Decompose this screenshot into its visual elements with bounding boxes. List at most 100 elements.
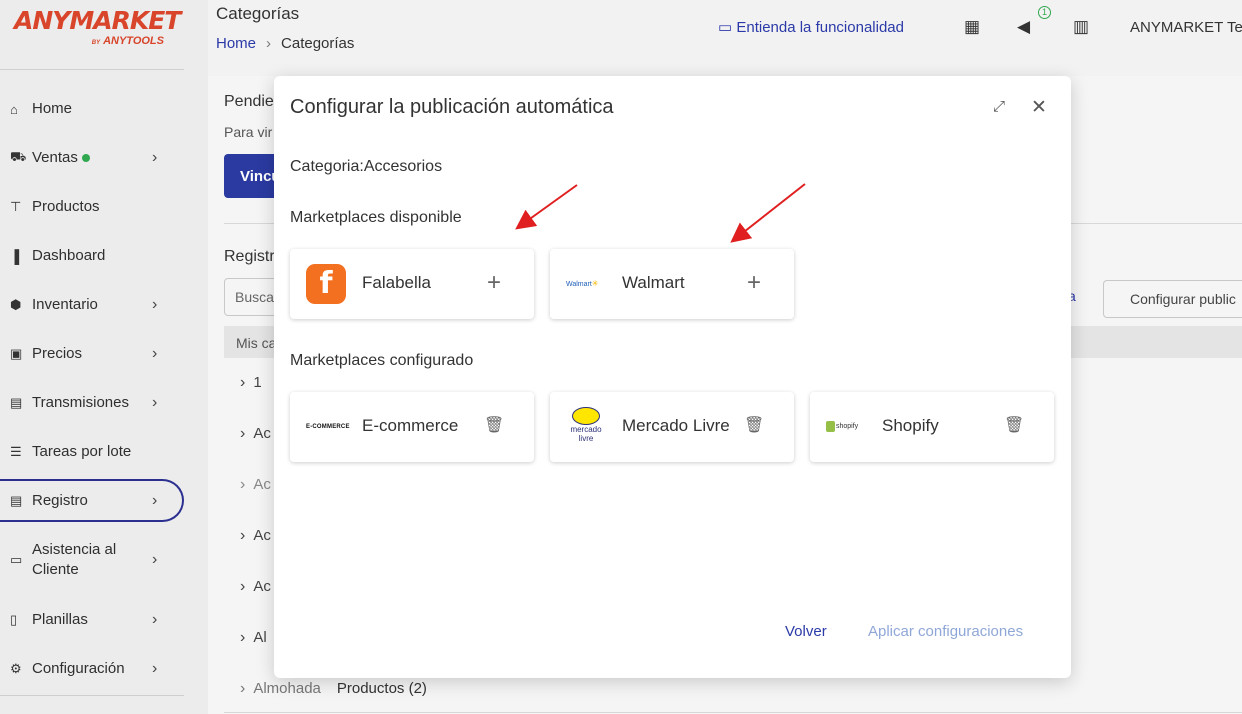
shirt-icon: ⊤ — [10, 199, 22, 214]
gear-icon: ⚙ — [10, 661, 22, 676]
expand-icon[interactable]: ⤢ — [990, 98, 1008, 116]
apply-settings-button[interactable]: Aplicar configuraciones — [868, 623, 1023, 640]
chevron-right-icon: › — [152, 491, 158, 509]
sidebar-item-productos[interactable]: ⊤ Productos — [0, 187, 184, 227]
marketplace-card-shopify: shopify Shopify 🗑 — [810, 392, 1054, 462]
building-icon[interactable]: ▥ — [1073, 17, 1089, 37]
sidebar-item-registro[interactable]: ▤ Registro › — [0, 479, 184, 522]
category-label: Categoria:Accesorios — [290, 158, 443, 175]
sidebar-item-label: Planillas — [32, 611, 88, 628]
megaphone-icon[interactable]: ◀ — [1017, 17, 1030, 37]
marketplace-name: Shopify — [882, 416, 939, 435]
list-icon: ☰ — [10, 444, 22, 459]
breadcrumb-home-link[interactable]: Home — [216, 35, 256, 52]
sidebar-item-home[interactable]: ⌂ Home — [0, 89, 184, 129]
marketplace-name: Walmart — [622, 273, 685, 292]
breadcrumb-separator: › — [266, 35, 272, 52]
sidebar-item-ventas[interactable]: ⛟ Ventas › — [0, 138, 184, 178]
marketplace-card-falabella: f Falabella + — [290, 249, 534, 319]
sidebar-item-tareas-por-lote[interactable]: ☰ Tareas por lote — [0, 432, 184, 472]
ecommerce-logo: E-COMMERCE — [306, 424, 350, 430]
trash-icon[interactable]: 🗑 — [484, 412, 504, 440]
chevron-right-icon: › — [240, 425, 246, 442]
marketplace-card-mercado-livre: mercado livre Mercado Livre 🗑 — [550, 392, 794, 462]
table-row[interactable]: › Ac — [240, 425, 271, 443]
sidebar-item-label: Ventas — [32, 149, 78, 166]
sidebar-item-dashboard[interactable]: ▐ Dashboard — [0, 236, 184, 276]
chevron-right-icon: › — [152, 611, 158, 628]
add-icon[interactable]: + — [744, 269, 764, 297]
help-link[interactable]: ▭ Entienda la funcionalidad — [718, 18, 904, 36]
breadcrumb: Home › Categorías — [216, 35, 354, 52]
divider — [224, 712, 1242, 713]
marketplace-name: Mercado Livre — [622, 416, 730, 435]
back-button[interactable]: Volver — [785, 623, 827, 640]
sidebar-item-label: Asistencia al Cliente — [32, 541, 117, 578]
table-row[interactable]: › Ac — [240, 578, 271, 596]
sidebar-item-label: Inventario — [32, 296, 98, 313]
chevron-right-icon: › — [152, 345, 158, 362]
pending-text: Para vir — [224, 124, 273, 140]
money-icon: ▣ — [10, 346, 23, 361]
marketplace-card-walmart: Walmart✳ Walmart + — [550, 249, 794, 319]
mercado-livre-logo: mercado livre — [566, 407, 606, 447]
available-marketplaces-title: Marketplaces disponible — [290, 209, 462, 226]
falabella-logo: f — [306, 264, 346, 304]
chevron-right-icon: › — [240, 527, 246, 544]
chevron-right-icon: › — [152, 296, 158, 313]
chevron-right-icon: › — [152, 394, 158, 411]
table-row[interactable]: › Ac — [240, 527, 271, 545]
logo-subtext: BY ANYTOOLS — [91, 35, 164, 47]
book-icon: ▭ — [718, 19, 737, 36]
configured-marketplaces-title: Marketplaces configurado — [290, 352, 474, 369]
sidebar-divider — [0, 695, 184, 696]
sidebar-item-transmisiones[interactable]: ▤ Transmisiones › — [0, 383, 184, 423]
sidebar-item-label: Productos — [32, 198, 100, 215]
store-icon: ▤ — [10, 395, 23, 410]
box-icon: ⬢ — [10, 297, 22, 312]
sidebar-item-label: Registro — [32, 491, 88, 509]
chevron-right-icon: › — [240, 629, 246, 646]
status-dot — [81, 154, 90, 162]
chevron-right-icon: › — [152, 149, 158, 166]
breadcrumb-current: Categorías — [281, 35, 355, 52]
sidebar-item-label: Precios — [32, 345, 83, 362]
chevron-right-icon: › — [240, 476, 246, 493]
trash-icon[interactable]: 🗑 — [1004, 412, 1024, 440]
trash-icon[interactable]: 🗑 — [744, 412, 764, 440]
logo-text: ANYMARKET — [14, 6, 181, 35]
sidebar-item-label: Home — [32, 100, 73, 117]
chevron-right-icon: › — [240, 374, 246, 391]
page-title: Categorías — [216, 4, 300, 23]
help-link-label: Entienda la funcionalidad — [736, 19, 904, 36]
clipboard-icon: ▤ — [10, 492, 23, 508]
server-status-icon[interactable]: ▦ — [964, 17, 980, 37]
chat-icon: ▭ — [10, 552, 23, 567]
pending-title: Pendie — [224, 93, 274, 110]
registry-title: Registr — [224, 248, 275, 265]
anymarket-logo[interactable]: ANYMARKET BY ANYTOOLS — [14, 6, 184, 47]
chevron-right-icon: › — [152, 551, 158, 568]
auto-publication-dialog: Configurar la publicación automática ⤢ ✕… — [274, 76, 1071, 678]
account-name[interactable]: ANYMARKET Tes — [1130, 19, 1242, 36]
marketplace-card-ecommerce: E-COMMERCE E-commerce 🗑 — [290, 392, 534, 462]
notification-badge: 1 — [1038, 6, 1051, 19]
table-row[interactable]: › Al — [240, 629, 267, 647]
bar-chart-icon: ▐ — [10, 248, 20, 264]
shopify-logo: shopify — [826, 407, 866, 447]
sidebar-item-inventario[interactable]: ⬢ Inventario › — [0, 285, 184, 325]
sidebar-item-planillas[interactable]: ▯ Planillas › — [0, 600, 184, 640]
close-icon[interactable]: ✕ — [1030, 96, 1048, 118]
table-row[interactable]: › 1 — [240, 374, 262, 392]
dialog-title: Configurar la publicación automática — [290, 96, 614, 118]
sidebar-item-precios[interactable]: ▣ Precios › — [0, 334, 184, 374]
add-icon[interactable]: + — [484, 269, 504, 297]
home-icon: ⌂ — [10, 101, 18, 117]
table-row[interactable]: › Almohada Productos (2) — [240, 680, 427, 698]
sidebar-item-asistencia-al-cliente[interactable]: ▭ Asistencia al Cliente › — [0, 540, 184, 580]
chevron-right-icon: › — [152, 660, 158, 677]
sidebar-item-configuracion[interactable]: ⚙ Configuración › — [0, 649, 184, 689]
marketplace-name: E-commerce — [362, 416, 459, 435]
configure-publication-button[interactable]: Configurar public — [1103, 280, 1242, 318]
table-row[interactable]: › Ac — [240, 476, 271, 494]
